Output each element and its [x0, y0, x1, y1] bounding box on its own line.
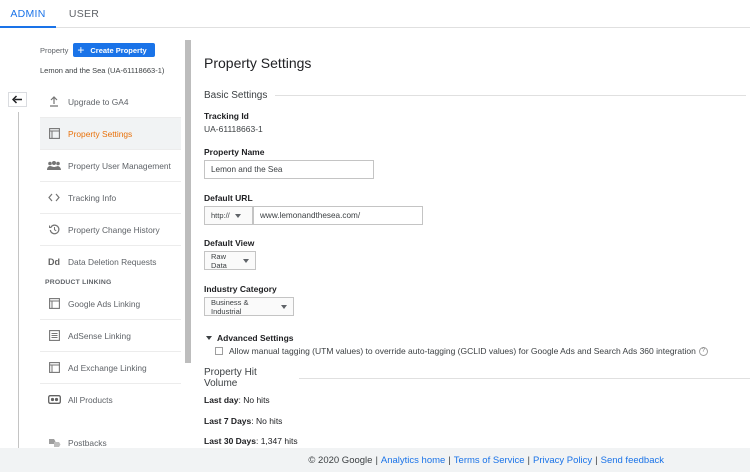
upload-arrow-icon: [40, 96, 68, 107]
nav-label: Property User Management: [68, 160, 171, 171]
industry-value: Business & Industrial: [211, 297, 249, 316]
hierarchy-line: [18, 112, 19, 452]
top-tab-bar: ADMIN USER: [0, 0, 750, 28]
nav-label: Postbacks: [68, 437, 107, 448]
default-url-label: Default URL: [204, 193, 253, 203]
nav-label: Upgrade to GA4: [68, 96, 129, 107]
stat-value: : No hits: [251, 416, 283, 426]
terms-link[interactable]: Terms of Service: [454, 455, 525, 466]
nav-label: Ad Exchange Linking: [68, 362, 147, 373]
default-view-label: Default View: [204, 238, 255, 248]
list-icon: [40, 330, 68, 341]
privacy-link[interactable]: Privacy Policy: [533, 455, 592, 466]
analytics-home-link[interactable]: Analytics home: [381, 455, 445, 466]
hit-volume-header: Property Hit Volume: [204, 367, 750, 389]
stat-label: Last 7 Days: [204, 416, 252, 426]
separator: |: [375, 454, 378, 466]
stat-value: : No hits: [238, 395, 270, 405]
tracking-id-label: Tracking Id: [204, 111, 249, 121]
caret-down-icon: [206, 336, 212, 340]
nav-label: Google Ads Linking: [68, 298, 141, 309]
nav-label: Property Settings: [68, 128, 133, 139]
divider: [299, 377, 750, 379]
stat-value: : 1,347 hits: [255, 436, 298, 446]
nav-change-history[interactable]: Property Change History: [40, 214, 181, 245]
property-nav: Upgrade to GA4 Property Settings Propert…: [40, 86, 181, 277]
default-url-input[interactable]: www.lemonandthesea.com/: [253, 206, 423, 225]
section-title: Property Hit Volume: [204, 367, 257, 389]
manual-tagging-label: Allow manual tagging (UTM values) to ove…: [229, 346, 696, 356]
separator: |: [527, 454, 531, 466]
send-feedback-link[interactable]: Send feedback: [601, 455, 664, 466]
code-brackets-icon: [40, 193, 68, 202]
separator: |: [595, 454, 598, 466]
nav-adsense-linking[interactable]: AdSense Linking: [40, 320, 181, 351]
back-arrow-icon: [12, 95, 22, 104]
chevron-down-icon: [281, 304, 287, 309]
nav-ad-exchange-linking[interactable]: Ad Exchange Linking: [40, 352, 181, 383]
industry-category-select[interactable]: Business & Industrial: [204, 297, 294, 316]
help-icon[interactable]: ?: [698, 346, 708, 356]
separator: |: [448, 454, 451, 466]
protocol-value: http://: [211, 211, 230, 220]
stat-label: Last day: [204, 395, 239, 405]
advanced-settings-label: Advanced Settings: [217, 333, 294, 343]
protocol-select[interactable]: http://: [204, 206, 253, 225]
window-icon: [40, 298, 68, 309]
nav-label: Data Deletion Requests: [68, 256, 157, 267]
nav-data-deletion[interactable]: Dd Data Deletion Requests: [40, 246, 181, 277]
copyright: © 2020 Google: [308, 454, 373, 466]
nav-label: All Products: [68, 394, 113, 405]
last-7-days-stat: Last 7 Days: No hits: [204, 416, 282, 426]
history-icon: [40, 224, 68, 235]
last-day-stat: Last day: No hits: [204, 395, 270, 405]
window-icon: [40, 362, 68, 373]
industry-category-label: Industry Category: [204, 284, 277, 294]
default-view-select[interactable]: Raw Data: [204, 251, 256, 270]
nav-label: AdSense Linking: [68, 330, 131, 341]
window-icon: [40, 128, 68, 139]
property-name-label: Property Name: [204, 147, 265, 157]
tab-user[interactable]: USER: [62, 0, 106, 28]
property-row: Property + Create Property: [40, 42, 155, 58]
dd-icon: Dd: [48, 256, 60, 267]
stat-label: Last 30 Days: [204, 436, 256, 446]
nav-upgrade-ga4[interactable]: Upgrade to GA4: [40, 86, 181, 117]
page-title: Property Settings: [204, 55, 312, 71]
default-view-value: Raw Data: [211, 251, 227, 270]
nav-property-settings[interactable]: Property Settings: [40, 118, 181, 149]
create-property-label: Create Property: [90, 45, 147, 55]
section-title: Basic Settings: [204, 89, 268, 101]
current-property[interactable]: Lemon and the Sea (UA-61118663-1): [40, 66, 164, 75]
create-property-button[interactable]: + Create Property: [73, 43, 155, 57]
product-linking-nav: Google Ads Linking AdSense Linking Ad Ex…: [40, 288, 181, 458]
last-30-days-stat: Last 30 Days: 1,347 hits: [204, 436, 298, 446]
link-icon: [40, 395, 68, 404]
divider: [275, 94, 747, 96]
tracking-id-value: UA-61118663-1: [204, 124, 263, 134]
manual-tagging-checkbox[interactable]: [215, 347, 223, 355]
nav-label: Property Change History: [68, 224, 160, 235]
nav-user-management[interactable]: Property User Management: [40, 150, 181, 181]
panel-scrollbar[interactable]: [185, 40, 191, 363]
manual-tagging-row: Allow manual tagging (UTM values) to ove…: [215, 346, 708, 356]
advanced-settings-toggle[interactable]: Advanced Settings: [206, 333, 294, 343]
nav-label: Tracking Info: [68, 192, 117, 203]
product-linking-heading: PRODUCT LINKING: [45, 279, 112, 286]
chevron-down-icon: [234, 213, 241, 218]
nav-google-ads-linking[interactable]: Google Ads Linking: [40, 288, 181, 319]
footer: © 2020 Google | Analytics home | Terms o…: [0, 448, 750, 472]
plus-icon: +: [77, 43, 85, 57]
nav-all-products[interactable]: All Products: [40, 384, 181, 415]
property-name-input[interactable]: Lemon and the Sea: [204, 160, 374, 179]
back-button[interactable]: [8, 92, 27, 107]
basic-settings-header: Basic Settings: [204, 88, 747, 102]
tab-admin[interactable]: ADMIN: [0, 0, 56, 28]
postback-icon: [40, 438, 68, 448]
nav-tracking-info[interactable]: Tracking Info: [40, 182, 181, 213]
chevron-down-icon: [243, 258, 249, 263]
property-label: Property: [40, 45, 69, 55]
people-icon: [40, 161, 68, 170]
